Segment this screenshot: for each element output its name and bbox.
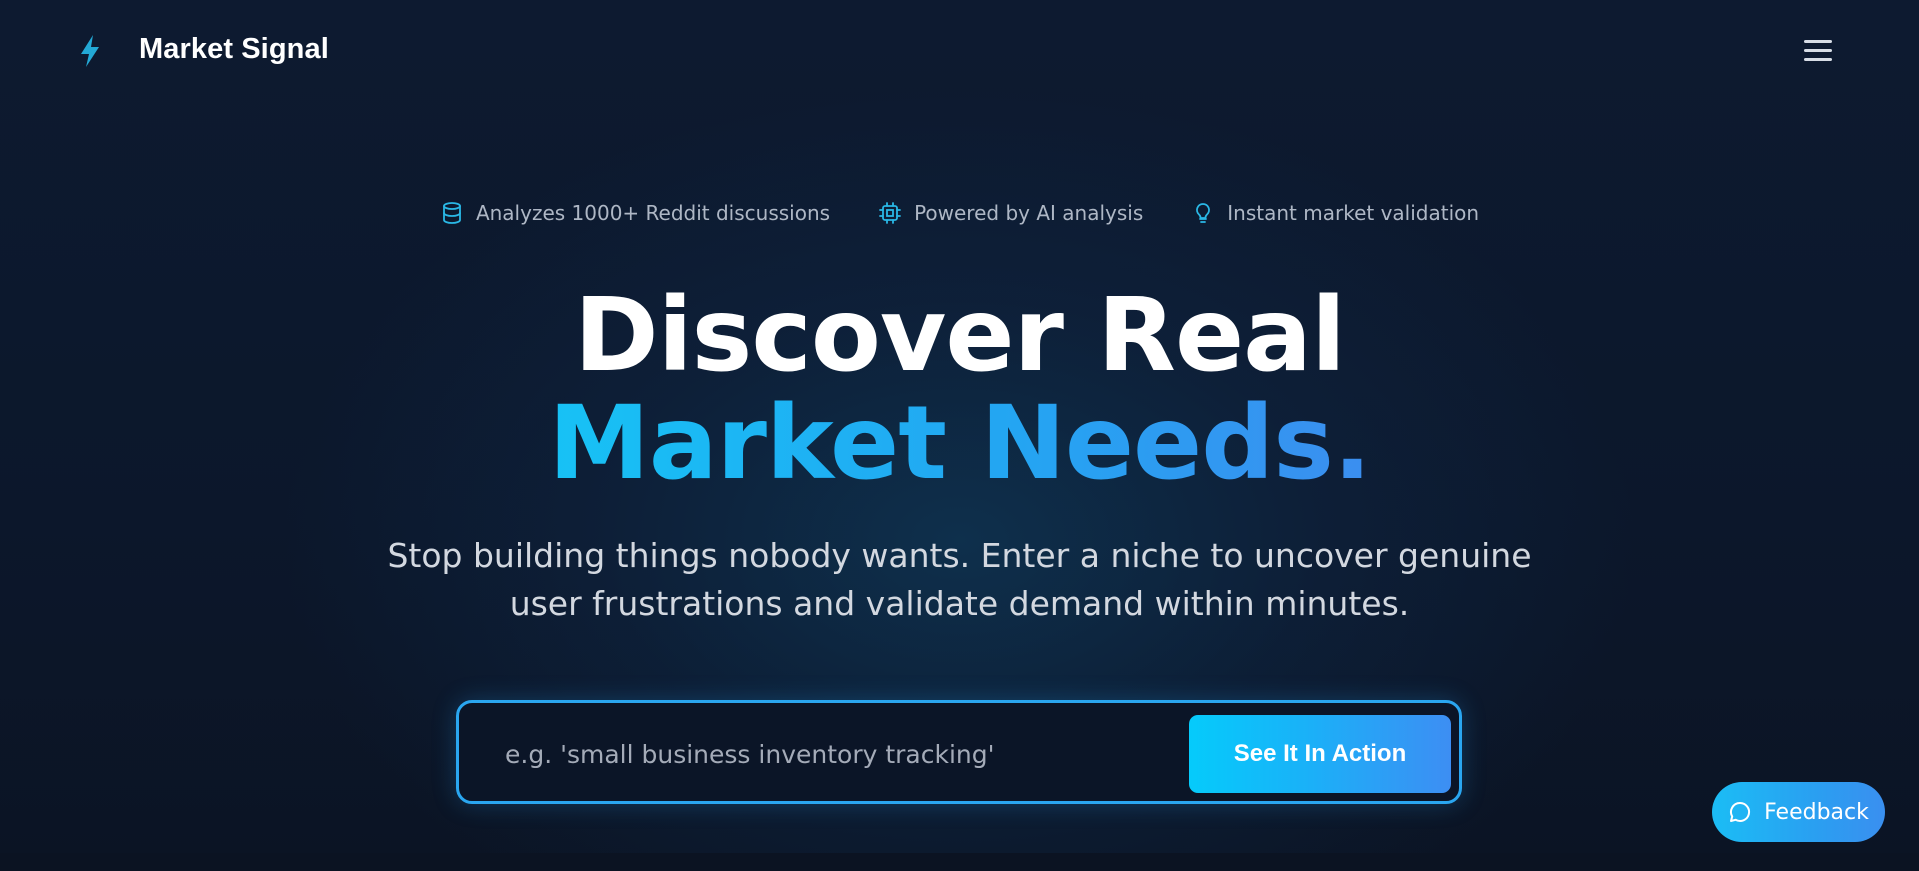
hamburger-menu-icon[interactable] (1800, 36, 1836, 66)
database-icon (443, 202, 461, 224)
feature-market-validation: Instant market validation (1191, 201, 1479, 225)
feedback-label: Feedback (1764, 799, 1869, 825)
brand-name[interactable]: Market Signal (139, 33, 329, 66)
see-it-in-action-button[interactable]: See It In Action (1189, 715, 1451, 793)
cpu-chip-icon (879, 202, 901, 224)
top-navbar: Market Signal (0, 0, 1919, 104)
hero-title-line2: Market Needs. (548, 384, 1371, 503)
feature-highlights: Analyzes 1000+ Reddit discussions Powere… (0, 201, 1919, 225)
hero-subtitle: Stop building things nobody wants. Enter… (387, 536, 1532, 623)
chat-bubble-icon (1730, 801, 1751, 822)
lightbulb-icon (1196, 203, 1211, 223)
niche-search-form: See It In Action (456, 700, 1462, 804)
feedback-button[interactable]: Feedback (1712, 782, 1885, 842)
feature-reddit-discussions: Analyzes 1000+ Reddit discussions (440, 201, 830, 225)
feature-label: Powered by AI analysis (914, 201, 1144, 225)
feature-label: Instant market validation (1227, 201, 1480, 225)
niche-search-input[interactable] (503, 727, 1187, 781)
feature-label: Analyzes 1000+ Reddit discussions (475, 201, 831, 225)
hero-title: Discover Real Market Needs. (0, 282, 1919, 498)
feature-ai-analysis: Powered by AI analysis (878, 201, 1143, 225)
hero-title-line1: Discover Real (574, 276, 1346, 395)
lightning-bolt-icon (81, 35, 99, 67)
page-bottom-strip (0, 853, 1919, 871)
